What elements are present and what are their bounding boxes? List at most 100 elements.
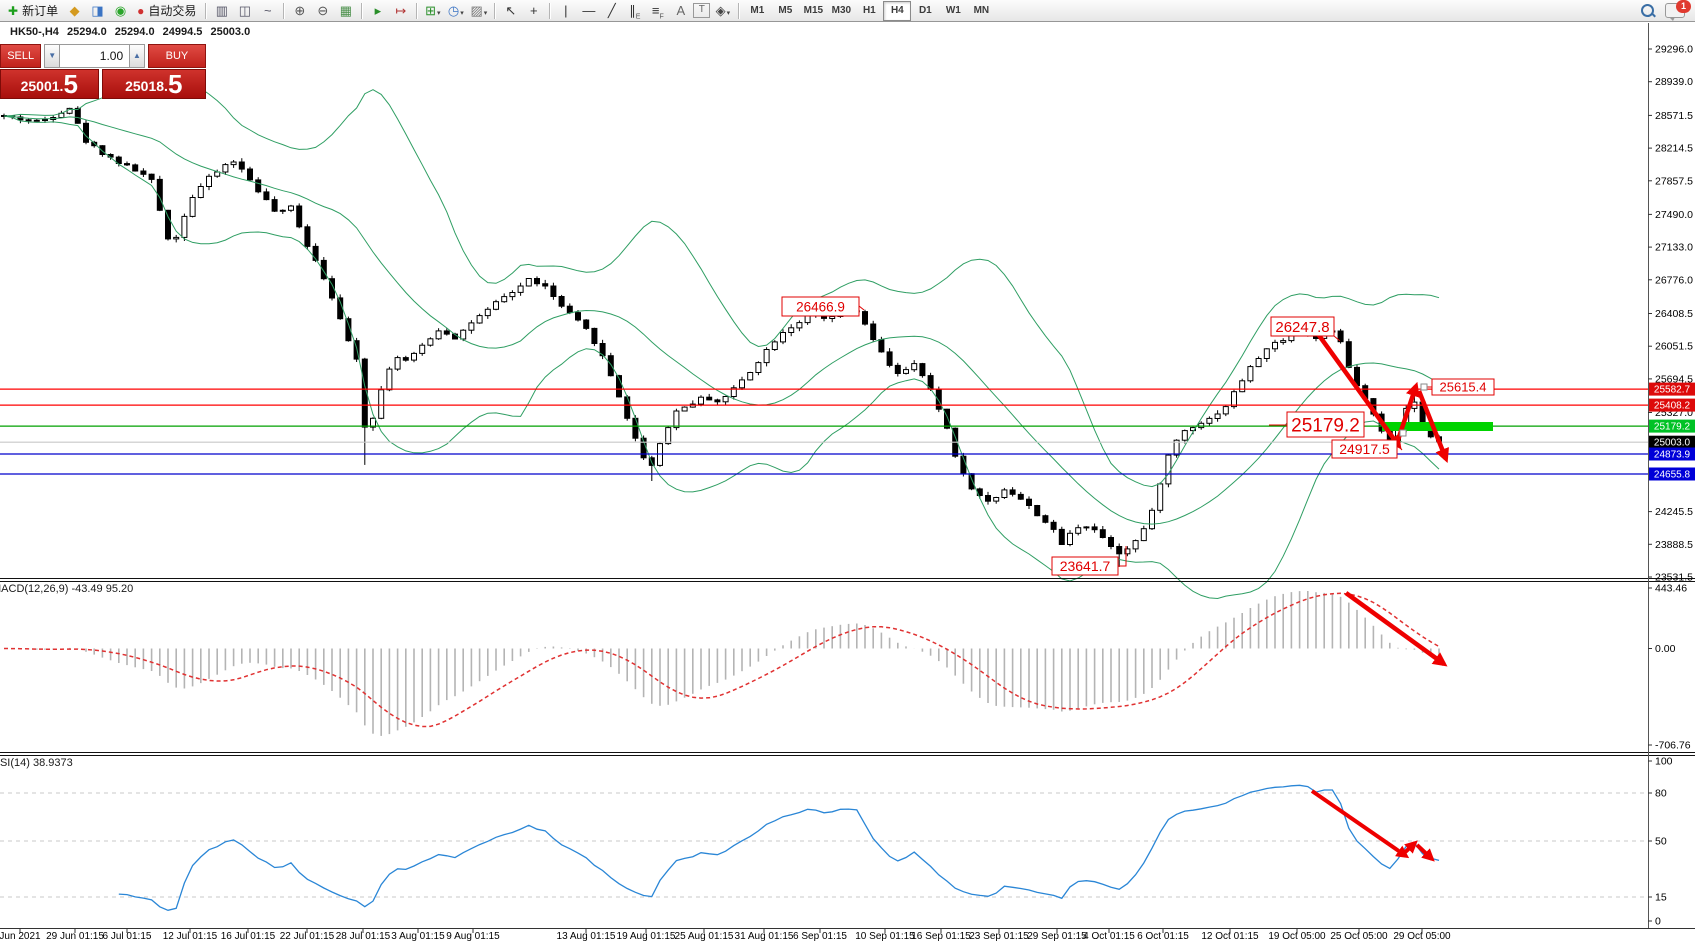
zoom-out-icon[interactable]: ⊖ — [312, 2, 333, 20]
buy-button[interactable]: BUY — [148, 44, 206, 68]
green-highlight-zone[interactable] — [1382, 422, 1493, 431]
toolbar-separator — [416, 3, 417, 19]
new-chart-icon[interactable]: ⊞▾ — [422, 2, 443, 20]
market-watch-icon[interactable]: ◨ — [87, 2, 108, 20]
timeframe-button-m15[interactable]: M15 — [799, 1, 827, 21]
text-label-icon[interactable]: T — [693, 3, 710, 18]
svg-text:25179.2: 25179.2 — [1291, 415, 1360, 436]
history-center-icon[interactable]: ◆ — [64, 2, 85, 20]
chart-area[interactable]: 26466.926247.825615.425179.224917.523641… — [0, 0, 1695, 941]
timeframe-button-m1[interactable]: M1 — [743, 1, 771, 21]
svg-text:15: 15 — [1655, 892, 1667, 904]
volume-increase-button[interactable]: ▲ — [129, 44, 145, 68]
horizontal-line-icon[interactable]: — — [578, 2, 599, 20]
chevron-down-icon: ▾ — [460, 10, 464, 17]
svg-text:26247.8: 26247.8 — [1275, 319, 1329, 336]
trendline-icon[interactable]: ╱ — [601, 2, 622, 20]
equidistant-channel-icon[interactable]: ∥E — [624, 2, 645, 20]
svg-text:25582.7: 25582.7 — [1654, 385, 1691, 396]
toolbar-separator — [361, 3, 362, 19]
sell-button[interactable]: SELL — [0, 44, 41, 68]
auto-trading-button[interactable]: ●自动交易 — [132, 2, 201, 20]
svg-text:10 Sep 01:15: 10 Sep 01:15 — [855, 931, 915, 941]
zoom-in-icon[interactable]: ⊕ — [289, 2, 310, 20]
crosshair-icon[interactable]: + — [523, 2, 544, 20]
buy-price-pips: 5 — [168, 71, 182, 98]
new-order-button-label: 新订单 — [22, 2, 58, 19]
sell-price-main: 25001 — [21, 74, 60, 98]
signals-icon[interactable]: ◉ — [110, 2, 131, 20]
notifications-icon[interactable]: 1 — [1665, 3, 1685, 18]
svg-text:6 Jul 01:15: 6 Jul 01:15 — [103, 931, 152, 941]
periods-icon[interactable]: ◷▾ — [445, 2, 466, 20]
buy-price-display[interactable]: 25018 . 5 — [102, 69, 206, 99]
toolbar-separator — [283, 3, 284, 19]
timeframe-button-m5[interactable]: M5 — [771, 1, 799, 21]
svg-text:27857.5: 27857.5 — [1655, 175, 1693, 187]
svg-text:16 Jul 01:15: 16 Jul 01:15 — [221, 931, 276, 941]
text-icon[interactable]: A — [670, 2, 691, 20]
svg-text:29 Oct 05:00: 29 Oct 05:00 — [1393, 931, 1451, 941]
svg-text:28 Jul 01:15: 28 Jul 01:15 — [336, 931, 391, 941]
svg-text:27490.0: 27490.0 — [1655, 209, 1693, 221]
ohlc-close: 25003.0 — [210, 26, 250, 38]
candlestick-chart-icon[interactable]: ◫ — [234, 2, 255, 20]
chevron-down-icon: ▾ — [437, 10, 441, 17]
sell-price-display[interactable]: 25001 . 5 — [0, 69, 99, 99]
timeframe-button-d1[interactable]: D1 — [911, 1, 939, 21]
ohlc-high: 25294.0 — [115, 26, 155, 38]
svg-text:26776.0: 26776.0 — [1655, 274, 1693, 286]
buy-price-main: 25018 — [125, 74, 164, 98]
new-order-button[interactable]: ✚新订单 — [3, 2, 63, 20]
chevron-down-icon: ▾ — [484, 10, 488, 17]
arrows-icon[interactable]: ◈▾ — [712, 2, 733, 20]
svg-text:26051.5: 26051.5 — [1655, 341, 1693, 353]
svg-text:6 Sep 01:15: 6 Sep 01:15 — [793, 931, 847, 941]
tile-windows-icon[interactable]: ▦ — [335, 2, 356, 20]
svg-text:28571.5: 28571.5 — [1655, 110, 1693, 122]
svg-text:27133.0: 27133.0 — [1655, 242, 1693, 254]
volume-decrease-button[interactable]: ▼ — [44, 44, 60, 68]
timeframe-button-w1[interactable]: W1 — [939, 1, 967, 21]
svg-text:0.00: 0.00 — [1655, 643, 1676, 655]
svg-text:25179.2: 25179.2 — [1654, 422, 1691, 433]
svg-text:50: 50 — [1655, 836, 1667, 848]
svg-text:29 Sep 01:15: 29 Sep 01:15 — [1027, 931, 1087, 941]
vertical-line-icon[interactable]: | — [555, 2, 576, 20]
timeframe-button-h1[interactable]: H1 — [855, 1, 883, 21]
svg-text:23 Sep 01:15: 23 Sep 01:15 — [969, 931, 1029, 941]
toolbar-separator — [549, 3, 550, 19]
svg-text:28214.5: 28214.5 — [1655, 143, 1693, 155]
toolbar-separator — [494, 3, 495, 19]
toolbar-separator — [205, 3, 206, 19]
svg-text:24917.5: 24917.5 — [1339, 441, 1390, 457]
timeframe-button-h4[interactable]: H4 — [883, 1, 911, 21]
svg-text:23641.7: 23641.7 — [1060, 558, 1111, 574]
auto-scroll-icon[interactable]: ▸ — [367, 2, 388, 20]
timeframe-button-mn[interactable]: MN — [967, 1, 995, 21]
svg-text:13 Aug 01:15: 13 Aug 01:15 — [557, 931, 616, 941]
svg-text:0: 0 — [1655, 916, 1661, 928]
timeframe-button-m30[interactable]: M30 — [827, 1, 855, 21]
svg-text:Jun 2021: Jun 2021 — [0, 931, 41, 941]
svg-text:28939.0: 28939.0 — [1655, 76, 1693, 88]
chart-shift-icon[interactable]: ↦ — [390, 2, 411, 20]
templates-icon[interactable]: ▨▾ — [468, 2, 489, 20]
toolbar-right-group: 1 — [1641, 3, 1685, 18]
one-click-trading-panel: SELL ▼ 1.00 ▲ BUY 25001 . 5 25018 . 5 — [0, 44, 206, 99]
line-chart-icon[interactable]: ~ — [257, 2, 278, 20]
svg-text:3 Aug 01:15: 3 Aug 01:15 — [391, 931, 445, 941]
bar-chart-icon[interactable]: ▥ — [211, 2, 232, 20]
mt4-window: 26466.926247.825615.425179.224917.523641… — [0, 0, 1695, 941]
fibonacci-icon[interactable]: ≡F — [647, 2, 668, 20]
svg-text:100: 100 — [1655, 756, 1673, 768]
svg-text:23888.5: 23888.5 — [1655, 539, 1693, 551]
cursor-icon[interactable]: ↖ — [500, 2, 521, 20]
svg-text:26408.5: 26408.5 — [1655, 308, 1693, 320]
ohlc-open: 25294.0 — [67, 26, 107, 38]
volume-input[interactable]: 1.00 — [60, 44, 129, 68]
svg-text:443.46: 443.46 — [1655, 583, 1687, 595]
svg-text:24245.5: 24245.5 — [1655, 506, 1693, 518]
search-icon[interactable] — [1641, 4, 1655, 18]
chevron-down-icon: ▾ — [727, 10, 731, 17]
